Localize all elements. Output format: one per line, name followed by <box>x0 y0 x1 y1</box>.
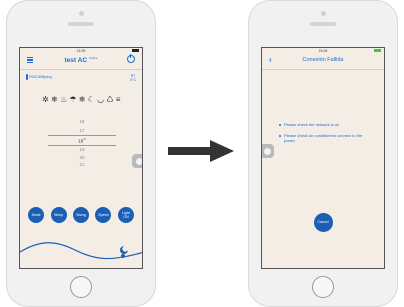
current-mode: PM2.5Wiping <box>26 74 52 80</box>
speed-button[interactable]: Speed <box>95 206 112 223</box>
speaker <box>310 22 336 26</box>
left-phone: 21:09 test AC Online PM2.5Wiping RT 0°C … <box>6 0 156 307</box>
assistive-touch-button[interactable] <box>132 154 142 168</box>
battery-icon <box>374 49 381 52</box>
divider <box>262 69 384 70</box>
camera <box>320 11 326 16</box>
rt-value: 0°C <box>130 78 136 82</box>
mode-label: PM2.5Wiping <box>29 75 52 79</box>
status-bar: 21:09 <box>265 49 381 54</box>
ac-control-screen: 21:09 test AC Online PM2.5Wiping RT 0°C … <box>19 47 143 269</box>
status-time: 21:09 <box>318 49 328 53</box>
cancel-button[interactable]: Cancel <box>313 213 333 232</box>
mode-button[interactable]: Mode <box>28 206 45 223</box>
temp-unit: °C <box>83 138 86 141</box>
right-phone: 21:09 ‹ Conexión Fallida Please check th… <box>248 0 398 307</box>
temperature-picker[interactable]: 16 17 18°C 19 20 21 <box>48 118 116 167</box>
heat-icon[interactable]: ♨ <box>60 95 67 104</box>
home-button[interactable] <box>312 276 334 298</box>
status-time: 21:09 <box>76 49 86 53</box>
eco-icon[interactable]: ◡ <box>97 95 104 104</box>
status-bar: 21:09 <box>23 49 139 54</box>
mode-icons-row: ✲ ❄ ♨ ☂ ❄ ☾ ◡ ♺ ≡ <box>20 95 142 104</box>
error-message: Please check air conditioners connect to… <box>279 133 374 143</box>
temp-option[interactable]: 16 <box>48 118 116 127</box>
nav-bar: test AC Online <box>20 54 142 67</box>
cool-icon[interactable]: ❄ <box>79 95 86 104</box>
swing-button[interactable]: Swing <box>73 206 89 223</box>
fan-icon[interactable]: ❄ <box>51 95 58 104</box>
device-name: test AC <box>64 57 88 65</box>
home-button[interactable] <box>70 276 92 298</box>
light-button[interactable]: Light ON <box>117 206 134 223</box>
page-title: Conexión Fallida <box>302 57 344 63</box>
refresh-icon[interactable]: ♺ <box>106 95 113 104</box>
timer-wave[interactable] <box>20 232 143 262</box>
dry-icon[interactable]: ☂ <box>69 95 76 104</box>
divider <box>20 69 142 70</box>
sleep-button[interactable]: Sleep <box>50 206 67 223</box>
power-icon[interactable] <box>127 54 135 63</box>
filter-icon[interactable]: ≡ <box>116 95 121 104</box>
temp-option[interactable]: 20 <box>48 154 116 163</box>
control-buttons: Mode Sleep Swing Speed Light ON <box>20 206 142 224</box>
battery-icon <box>132 49 139 52</box>
transition-arrow-icon <box>168 140 234 162</box>
connection-failed-screen: 21:09 ‹ Conexión Fallida Please check th… <box>261 47 385 269</box>
wave-handle[interactable] <box>121 254 125 258</box>
assistive-touch-button[interactable] <box>262 144 274 158</box>
temp-option[interactable]: 21 <box>48 163 116 167</box>
online-status: Online <box>88 56 98 60</box>
temp-option[interactable]: 17 <box>48 127 116 136</box>
temp-selected[interactable]: 18°C <box>48 135 116 146</box>
thermometer-icon <box>26 74 28 80</box>
pm25-icon[interactable]: ✲ <box>42 95 49 104</box>
moon-icon <box>120 246 128 254</box>
speaker <box>68 22 94 26</box>
temp-option[interactable]: 19 <box>48 146 116 155</box>
room-temp: RT 0°C <box>130 74 136 82</box>
error-message: Please check the network is ok <box>279 122 374 127</box>
night-icon[interactable]: ☾ <box>88 95 95 104</box>
page-title: test AC Online <box>20 56 142 64</box>
camera <box>78 11 84 16</box>
